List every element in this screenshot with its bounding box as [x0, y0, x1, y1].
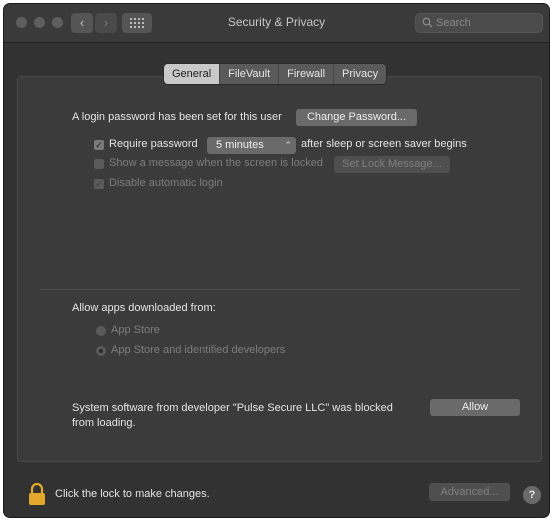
tab-bar: General FileVault Firewall Privacy: [164, 64, 387, 84]
search-placeholder: Search: [436, 17, 471, 29]
show-message-checkbox[interactable]: [94, 159, 104, 169]
disable-automatic-login-checkbox[interactable]: ✓: [94, 179, 104, 189]
radio-app-store-identified[interactable]: [96, 346, 106, 356]
advanced-button[interactable]: Advanced...: [429, 483, 510, 501]
section-divider: [40, 289, 520, 290]
after-sleep-text: after sleep or screen saver begins: [301, 138, 467, 150]
require-password-delay-select[interactable]: 5 minutes ⌃: [207, 137, 296, 154]
radio-app-store-label: App Store: [111, 324, 160, 336]
lock-icon[interactable]: [28, 482, 46, 506]
show-message-label: Show a message when the screen is locked: [109, 157, 324, 169]
help-button[interactable]: ?: [523, 486, 541, 504]
checkmark-icon: ✓: [95, 179, 103, 189]
security-privacy-window: ‹ › Security & Privacy Search General Fi…: [4, 4, 549, 517]
require-password-checkbox[interactable]: ✓: [94, 140, 104, 150]
updown-chevron-icon: ⌃: [284, 140, 292, 150]
tab-filevault[interactable]: FileVault: [220, 64, 280, 84]
delay-value: 5 minutes: [216, 139, 264, 151]
tab-general[interactable]: General: [164, 64, 221, 84]
title-bar: ‹ › Security & Privacy Search: [4, 4, 549, 43]
allow-apps-heading: Allow apps downloaded from:: [72, 302, 216, 314]
blocked-message-line1: System software from developer "Pulse Se…: [72, 402, 393, 414]
tab-firewall[interactable]: Firewall: [279, 64, 335, 84]
blocked-message-line2: from loading.: [72, 417, 136, 429]
disable-automatic-login-label: Disable automatic login: [109, 177, 223, 189]
login-password-text: A login password has been set for this u…: [72, 111, 282, 123]
checkmark-icon: ✓: [95, 140, 103, 150]
set-lock-message-button[interactable]: Set Lock Message...: [334, 156, 450, 173]
change-password-button[interactable]: Change Password...: [296, 109, 417, 126]
radio-app-store[interactable]: [96, 326, 106, 336]
radio-app-store-identified-label: App Store and identified developers: [111, 344, 286, 356]
search-field[interactable]: Search: [415, 13, 543, 33]
require-password-label: Require password: [109, 138, 198, 150]
tab-privacy[interactable]: Privacy: [334, 64, 386, 84]
allow-button[interactable]: Allow: [430, 399, 520, 416]
search-icon: [422, 17, 433, 28]
lock-text: Click the lock to make changes.: [55, 488, 210, 500]
